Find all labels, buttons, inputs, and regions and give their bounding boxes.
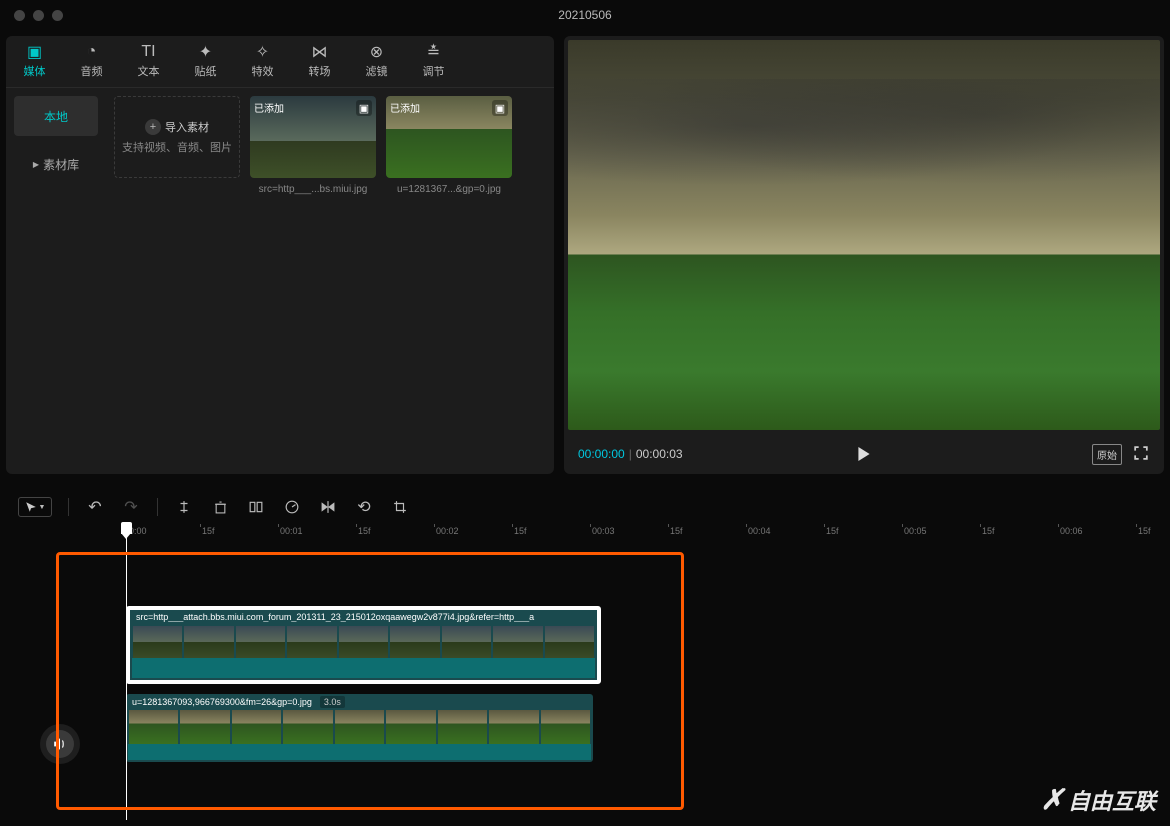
ruler-tick: 00:06 xyxy=(1060,526,1083,536)
play-button[interactable] xyxy=(852,442,876,466)
timeline-clip[interactable]: u=1281367093,966769300&fm=26&gp=0.jpg 3.… xyxy=(126,694,593,762)
image-icon: ▣ xyxy=(492,100,508,116)
mirror-button[interactable] xyxy=(318,497,338,517)
delete-button[interactable] xyxy=(210,497,230,517)
adjust-icon: ≛ xyxy=(426,44,442,60)
split-button[interactable] xyxy=(174,497,194,517)
clip-thumbnails xyxy=(132,626,595,658)
freeze-button[interactable] xyxy=(246,497,266,517)
tab-effects[interactable]: ✧ 特效 xyxy=(234,36,291,87)
clip-audio-track xyxy=(128,744,591,760)
import-hint: 支持视频、音频、图片 xyxy=(122,139,232,155)
tab-label: 贴纸 xyxy=(195,63,217,79)
total-duration: 00:00:03 xyxy=(636,447,683,461)
preview-viewport[interactable] xyxy=(568,40,1160,430)
tab-transition[interactable]: ⋈ 转场 xyxy=(291,36,348,87)
watermark-text: 自由互联 xyxy=(1068,784,1156,816)
crop-button[interactable] xyxy=(390,497,410,517)
media-thumbnail[interactable]: 已添加 ▣ xyxy=(386,96,512,178)
plus-icon: + xyxy=(145,119,161,135)
tab-text[interactable]: TI 文本 xyxy=(120,36,177,87)
ruler-tick: 15f xyxy=(1138,526,1151,536)
titlebar: 20210506 xyxy=(0,0,1170,30)
select-tool-dropdown[interactable]: ▼ xyxy=(18,497,52,517)
tab-label: 特效 xyxy=(252,63,274,79)
media-panel: ▣ 媒体 ◔ 音频 TI 文本 ✦ 贴纸 ✧ 特效 ⋈ 转场 ⊗ 滤镜 ≛ 调节 本地 ▶ 素材库… xyxy=(6,36,554,474)
effects-icon: ✧ xyxy=(255,44,271,60)
tab-sticker[interactable]: ✦ 贴纸 xyxy=(177,36,234,87)
playhead[interactable] xyxy=(126,524,127,820)
aspect-ratio-button[interactable]: 原始 xyxy=(1092,444,1122,465)
side-tab-label: 素材库 xyxy=(43,156,79,173)
current-time: 00:00:00 xyxy=(578,447,625,461)
side-tabs: 本地 ▶ 素材库 xyxy=(6,88,106,474)
ruler-tick: 15f xyxy=(358,526,371,536)
side-tab-library[interactable]: ▶ 素材库 xyxy=(14,144,98,184)
tab-filter[interactable]: ⊗ 滤镜 xyxy=(348,36,405,87)
media-filename: src=http___...bs.miui.jpg xyxy=(250,184,376,195)
main-tabs: ▣ 媒体 ◔ 音频 TI 文本 ✦ 贴纸 ✧ 特效 ⋈ 转场 ⊗ 滤镜 ≛ 调节 xyxy=(6,36,554,88)
media-item: 已添加 ▣ src=http___...bs.miui.jpg xyxy=(250,96,376,466)
tab-label: 音频 xyxy=(81,63,103,79)
tab-adjust[interactable]: ≛ 调节 xyxy=(405,36,462,87)
ruler-tick: 15f xyxy=(514,526,527,536)
timeline-panel: ▼ ↶ ↷ ⟲ 00:00 15f 00:01 15f 00:02 15f 00… xyxy=(6,490,1164,820)
ruler-tick: 00:01 xyxy=(280,526,303,536)
ruler-tick: 15f xyxy=(982,526,995,536)
media-thumbnail[interactable]: 已添加 ▣ xyxy=(250,96,376,178)
track-mute-button[interactable] xyxy=(46,730,74,758)
redo-button[interactable]: ↷ xyxy=(121,497,141,517)
sticker-icon: ✦ xyxy=(198,44,214,60)
speed-button[interactable] xyxy=(282,497,302,517)
tab-label: 媒体 xyxy=(24,63,46,79)
watermark-icon: ✗ xyxy=(1041,783,1064,816)
tab-label: 文本 xyxy=(138,63,160,79)
transition-icon: ⋈ xyxy=(312,44,328,60)
timeline-tracks[interactable]: src=http___attach.bbs.miui.com_forum_201… xyxy=(6,544,1164,820)
chevron-down-icon: ▼ xyxy=(39,504,46,511)
timeline-toolbar: ▼ ↶ ↷ ⟲ xyxy=(6,490,1164,524)
image-icon: ▣ xyxy=(356,100,372,116)
added-badge: 已添加 xyxy=(254,100,284,115)
clip-audio-track xyxy=(132,658,595,678)
tab-audio[interactable]: ◔ 音频 xyxy=(63,36,120,87)
media-filename: u=1281367...&gp=0.jpg xyxy=(386,184,512,195)
project-title: 20210506 xyxy=(0,8,1170,22)
import-media-button[interactable]: +导入素材 支持视频、音频、图片 xyxy=(114,96,240,178)
fullscreen-button[interactable] xyxy=(1134,446,1150,462)
ruler-tick: 00:02 xyxy=(436,526,459,536)
audio-icon: ◔ xyxy=(84,44,100,60)
side-tab-local[interactable]: 本地 xyxy=(14,96,98,136)
undo-button[interactable]: ↶ xyxy=(85,497,105,517)
watermark: ✗ 自由互联 xyxy=(1041,783,1156,816)
ruler-tick: 00:04 xyxy=(748,526,771,536)
time-separator: | xyxy=(629,447,632,461)
preview-panel: 00:00:00 | 00:00:03 原始 xyxy=(564,36,1164,474)
timeline-ruler[interactable]: 00:00 15f 00:01 15f 00:02 15f 00:03 15f … xyxy=(124,524,1164,544)
timeline-clip-selected[interactable]: src=http___attach.bbs.miui.com_forum_201… xyxy=(126,606,601,684)
media-icon: ▣ xyxy=(27,44,43,60)
ruler-tick: 00:03 xyxy=(592,526,615,536)
rotate-button[interactable]: ⟲ xyxy=(354,497,374,517)
filter-icon: ⊗ xyxy=(369,44,385,60)
tab-label: 转场 xyxy=(309,63,331,79)
ruler-tick: 00:05 xyxy=(904,526,927,536)
media-item: 已添加 ▣ u=1281367...&gp=0.jpg xyxy=(386,96,512,466)
ruler-tick: 15f xyxy=(202,526,215,536)
text-icon: TI xyxy=(141,44,157,60)
tab-media[interactable]: ▣ 媒体 xyxy=(6,36,63,87)
clip-thumbnails xyxy=(126,710,593,744)
ruler-tick: 15f xyxy=(670,526,683,536)
tab-label: 调节 xyxy=(423,63,445,79)
media-grid: +导入素材 支持视频、音频、图片 已添加 ▣ src=http___...bs.… xyxy=(106,88,554,474)
clip-label: u=1281367093,966769300&fm=26&gp=0.jpg xyxy=(132,697,312,707)
chevron-right-icon: ▶ xyxy=(33,160,39,169)
tab-label: 滤镜 xyxy=(366,63,388,79)
import-title: 导入素材 xyxy=(165,119,209,135)
clip-label: src=http___attach.bbs.miui.com_forum_201… xyxy=(136,612,591,622)
added-badge: 已添加 xyxy=(390,100,420,115)
clip-duration: 3.0s xyxy=(320,696,345,708)
preview-controls: 00:00:00 | 00:00:03 原始 xyxy=(564,434,1164,474)
ruler-tick: 15f xyxy=(826,526,839,536)
